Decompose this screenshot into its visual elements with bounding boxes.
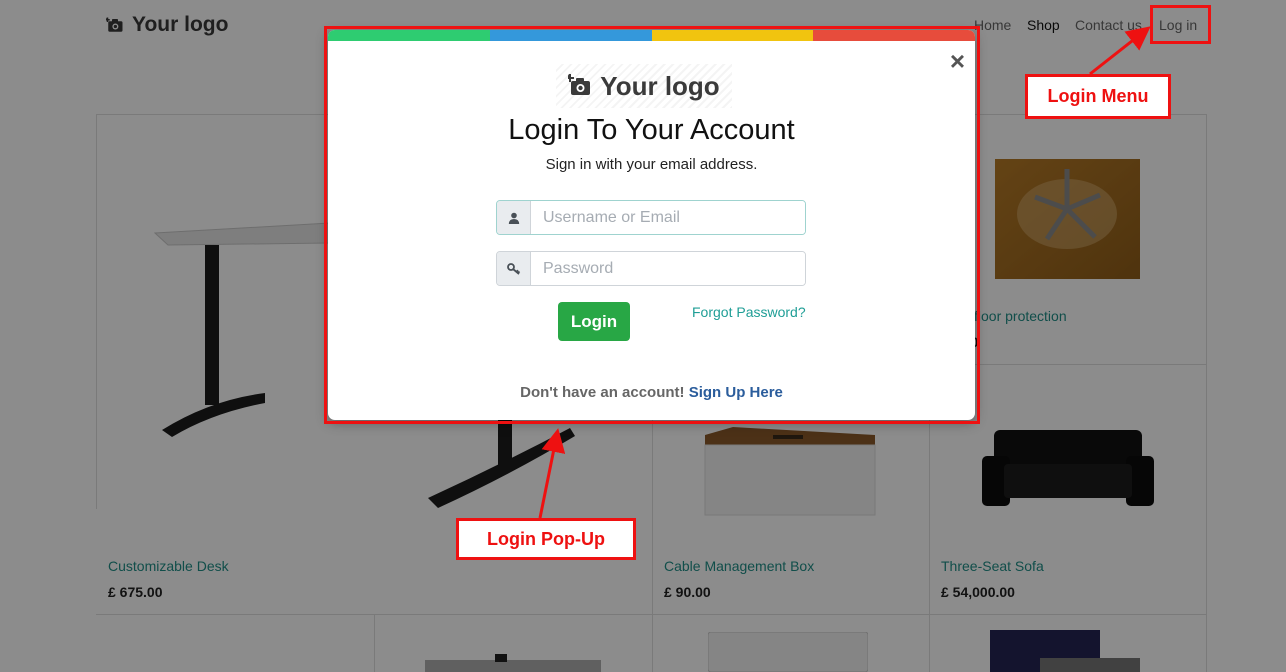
login-menu-highlight-box bbox=[1150, 5, 1211, 44]
login-menu-annotation: Login Menu bbox=[1025, 74, 1171, 119]
login-popup-annotation: Login Pop-Up bbox=[456, 518, 636, 560]
popup-highlight-box bbox=[324, 26, 980, 424]
